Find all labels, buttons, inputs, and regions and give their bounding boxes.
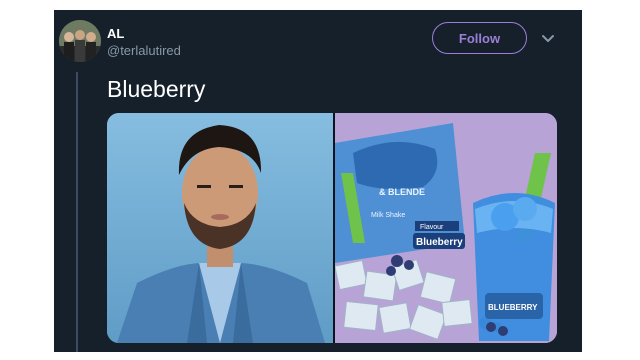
packet-blender-text: & BLENDE	[379, 187, 425, 197]
blueberry-drink-photo[interactable]: & BLENDE Milk Shake Flavour Blueberry BL…	[335, 113, 557, 343]
cup-label-text: BLUEBERRY	[488, 303, 538, 312]
packet-flavor-text: Blueberry	[416, 237, 463, 248]
avatar[interactable]	[59, 20, 101, 62]
display-name[interactable]: AL	[107, 26, 124, 41]
chevron-down-icon[interactable]	[540, 30, 556, 46]
tweet-media[interactable]: & BLENDE Milk Shake Flavour Blueberry BL…	[107, 113, 557, 343]
packet-milk-shake-text: Milk Shake	[371, 212, 405, 219]
follow-button[interactable]: Follow	[432, 22, 527, 54]
packet-brand-text: Flavour	[420, 224, 444, 231]
tweet-card: AL @terlalutired Follow Blueberry & BLEN…	[54, 10, 582, 352]
tweet-text: Blueberry	[107, 76, 206, 102]
portrait-photo[interactable]	[107, 113, 333, 343]
thread-line	[76, 72, 78, 352]
user-handle[interactable]: @terlalutired	[107, 43, 181, 58]
